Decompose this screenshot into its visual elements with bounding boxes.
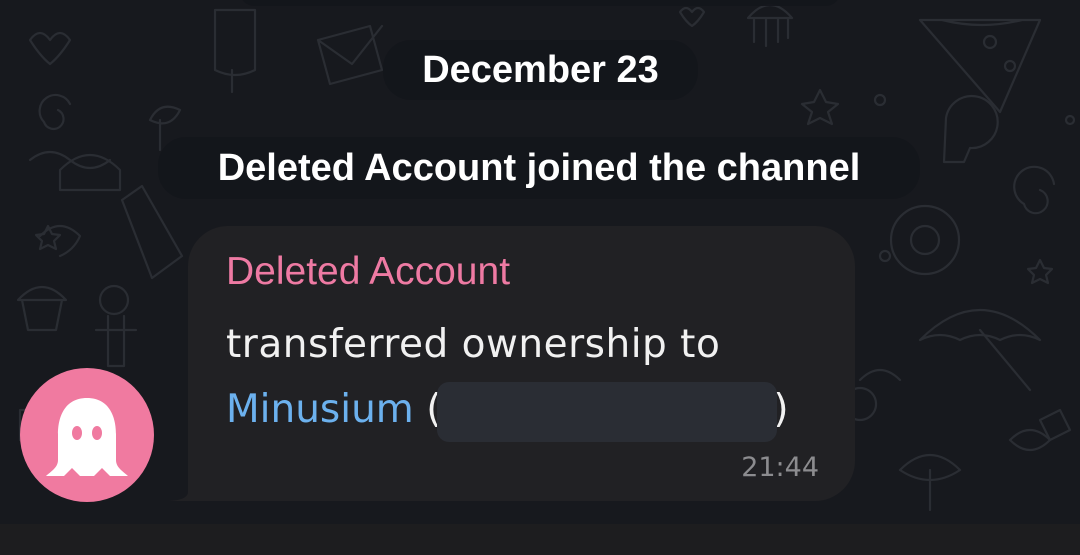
chat-background: December 23 Deleted Account joined the c…: [0, 0, 1080, 524]
previous-pill-edge: [240, 0, 840, 6]
message-text-line: transferred ownership to: [226, 322, 721, 367]
message-text-line: Minusium (): [226, 382, 789, 442]
avatar[interactable]: [20, 368, 154, 502]
user-mention-link[interactable]: Minusium: [226, 387, 414, 432]
date-separator: December 23: [383, 40, 698, 100]
sender-name[interactable]: Deleted Account: [226, 250, 510, 294]
ghost-icon: [46, 398, 128, 476]
input-bar-edge: [0, 524, 1080, 555]
redacted-username: [437, 382, 778, 442]
message-bubble[interactable]: Deleted Account transferred ownership to…: [188, 226, 855, 501]
message-timestamp: 21:44: [741, 452, 819, 483]
service-message-joined[interactable]: Deleted Account joined the channel: [158, 137, 920, 199]
